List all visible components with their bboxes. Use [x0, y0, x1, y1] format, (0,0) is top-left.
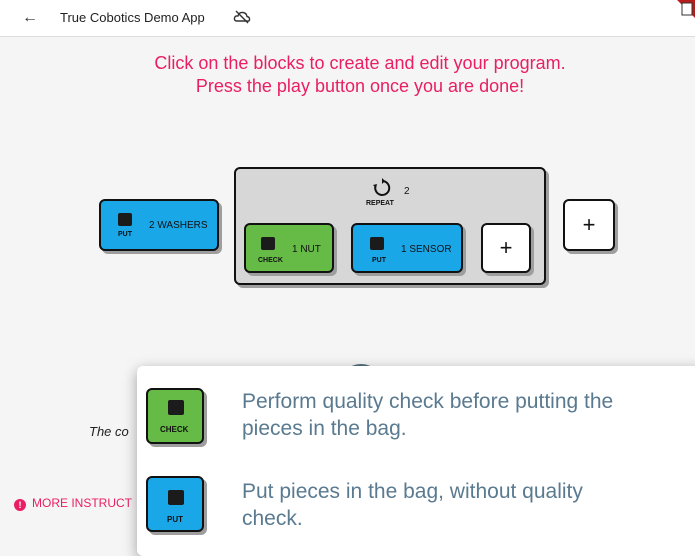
legend-put-line-2: check. — [242, 507, 303, 530]
more-instructions-button[interactable]: ! MORE INSTRUCT — [14, 496, 132, 511]
add-block-button[interactable]: + — [563, 199, 615, 251]
document-icon — [681, 2, 693, 21]
repeat-label: REPEAT — [366, 200, 394, 207]
more-instructions-label: MORE INSTRUCT — [32, 496, 132, 510]
plus-icon: + — [499, 235, 513, 260]
repeat-count: 2 — [404, 186, 410, 197]
download-box-icon — [168, 490, 184, 505]
legend-put-label: PUT — [167, 515, 183, 524]
info-icon: ! — [14, 499, 26, 511]
block-quantity: 2 WASHERS — [149, 220, 208, 231]
legend-check-block: CHECK — [146, 388, 204, 444]
legend-put-block: PUT — [146, 476, 204, 532]
put-block-washers[interactable]: PUT 2 WASHERS — [99, 199, 219, 251]
instruction-line-2: Press the play button once you are done! — [195, 76, 525, 96]
instruction-line-1: Click on the blocks to create and edit y… — [154, 53, 566, 73]
check-block-nut[interactable]: CHECK 1 NUT — [244, 223, 334, 273]
app-bar: ← True Cobotics Demo App — [0, 0, 695, 37]
block-type-label: PUT — [118, 231, 132, 238]
legend-check-line-1: Perform quality check before putting the — [242, 390, 614, 413]
block-quantity: 1 SENSOR — [401, 244, 452, 255]
legend-put-line-1: Put pieces in the bag, without quality — [242, 480, 583, 503]
instructions: Click on the blocks to create and edit y… — [0, 52, 695, 98]
legend-put-description: Put pieces in the bag, without quality c… — [242, 478, 695, 532]
app-title: True Cobotics Demo App — [60, 10, 205, 25]
legend-popup: CHECK Perform quality check before putti… — [137, 366, 695, 556]
legend-check-description: Perform quality check before putting the… — [242, 388, 695, 442]
block-quantity: 1 NUT — [292, 244, 321, 255]
legend-check-label: CHECK — [160, 425, 189, 434]
plus-icon: + — [582, 212, 596, 237]
cloud-off-icon — [233, 9, 251, 30]
hint-text: The co — [89, 424, 129, 439]
checklist-icon — [261, 237, 275, 250]
checklist-icon — [168, 400, 184, 415]
add-inner-block-button[interactable]: + — [481, 223, 531, 273]
put-block-sensor[interactable]: PUT 1 SENSOR — [351, 223, 463, 273]
download-box-icon — [370, 237, 384, 250]
download-box-icon — [118, 213, 132, 226]
block-type-label: PUT — [372, 257, 386, 264]
arrow-back-icon[interactable]: ← — [22, 9, 38, 27]
block-type-label: CHECK — [258, 257, 283, 264]
legend-check-line-2: pieces in the bag. — [242, 417, 407, 440]
